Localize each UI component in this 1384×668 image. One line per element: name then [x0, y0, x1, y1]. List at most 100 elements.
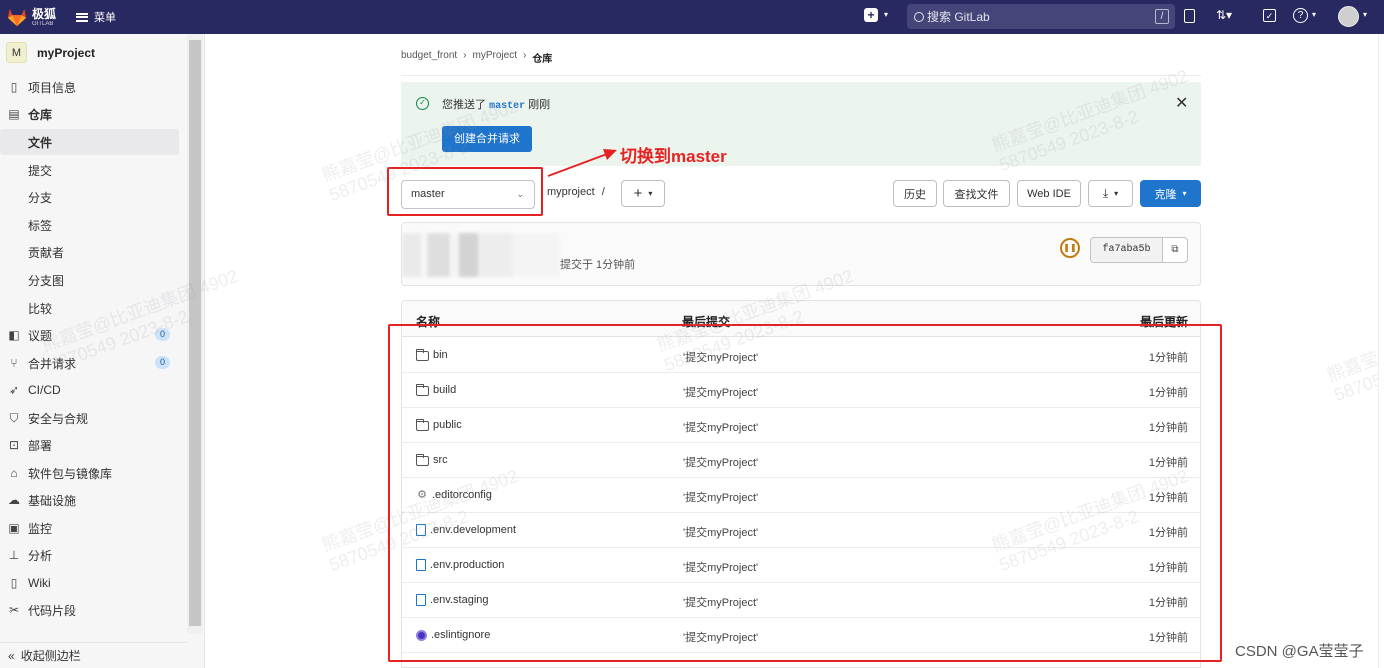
- repo-path-root[interactable]: myproject: [547, 186, 595, 198]
- help-icon[interactable]: ?: [1293, 8, 1308, 23]
- sidebar-item-security[interactable]: ⛉ 安全与合规: [0, 405, 180, 431]
- breadcrumb-project[interactable]: myProject: [473, 50, 517, 65]
- sidebar-scrollbar[interactable]: [187, 34, 203, 634]
- pipeline-paused-icon[interactable]: ❚❚: [1060, 238, 1080, 258]
- search-placeholder: 搜索 GitLab: [927, 10, 990, 24]
- sidebar-item-tags[interactable]: 标签: [0, 212, 180, 238]
- commit-time: 提交于 1分钟前: [560, 259, 636, 271]
- scissors-icon: ✂: [8, 603, 20, 617]
- sidebar-item-contributors[interactable]: 贡献者: [0, 239, 180, 265]
- chevron-down-icon: ▾: [648, 189, 653, 198]
- brand-text: 极狐 GITLAB: [32, 8, 56, 27]
- web-ide-button[interactable]: Web IDE: [1017, 180, 1081, 207]
- plus-icon: +: [633, 185, 643, 202]
- top-navigation-bar: 极狐 GITLAB 菜单 + ▾ 搜索 GitLab / ⇅▾ ✓ ? ▾ ▾: [0, 0, 1384, 34]
- breadcrumb-separator: ›: [463, 50, 467, 61]
- sidebar-item-infrastructure[interactable]: ☁ 基础设施: [0, 487, 180, 513]
- sidebar-item-project-info[interactable]: ▯ 项目信息: [0, 74, 180, 100]
- commit-sha[interactable]: fa7aba5b: [1091, 238, 1163, 262]
- package-icon: ⌂: [10, 466, 18, 480]
- sidebar-item-wiki[interactable]: ▯ Wiki: [0, 570, 180, 596]
- sidebar-item-label: 比较: [28, 301, 53, 316]
- new-dropdown-icon[interactable]: ▾: [884, 10, 888, 19]
- menu-label: 菜单: [94, 12, 116, 24]
- copy-icon[interactable]: ⧉: [1163, 238, 1187, 262]
- close-icon[interactable]: ✕: [1175, 93, 1188, 113]
- user-avatar[interactable]: [1338, 6, 1359, 27]
- sidebar-item-label: 贡献者: [28, 245, 65, 260]
- watermark: 熊嘉莹@比亚迪集团 4902 5870549 2023-8-2: [1324, 311, 1384, 405]
- book-icon: ▯: [10, 576, 18, 590]
- clone-button[interactable]: 克隆 ▾: [1140, 180, 1201, 207]
- annotation-highlight-branch: [387, 167, 543, 216]
- sidebar-item-label: 软件包与镜像库: [28, 466, 113, 481]
- sidebar-item-graph[interactable]: 分支图: [0, 267, 180, 293]
- sidebar-item-commits[interactable]: 提交: [0, 157, 180, 183]
- sidebar-item-issues[interactable]: ◧ 议题 0: [0, 322, 180, 348]
- sidebar-item-packages[interactable]: ⌂ 软件包与镜像库: [0, 460, 180, 486]
- sidebar-item-branches[interactable]: 分支: [0, 184, 180, 210]
- sidebar-item-monitor[interactable]: ▣ 监控: [0, 515, 180, 541]
- chevron-down-icon: ▾: [1182, 189, 1187, 198]
- todo-nav-icon[interactable]: ✓: [1263, 9, 1276, 22]
- sidebar-item-cicd[interactable]: ➶ CI/CD: [0, 377, 180, 403]
- sidebar-item-repository[interactable]: ▤ 仓库: [0, 101, 180, 127]
- left-sidebar: M myProject ▯ 项目信息 ▤ 仓库 文件 提交 分支 标签 贡献者 …: [0, 34, 205, 668]
- sidebar-item-snippets[interactable]: ✂ 代码片段: [0, 597, 180, 623]
- deploy-icon: ⊡: [8, 438, 20, 452]
- page-scrollbar[interactable]: [1378, 34, 1384, 668]
- clone-label: 克隆: [1154, 188, 1177, 201]
- commit-sha-group: fa7aba5b ⧉: [1090, 237, 1188, 263]
- redacted-commit-info: [402, 233, 560, 277]
- download-button[interactable]: ⤓ ▾: [1088, 180, 1133, 207]
- merge-request-icon: ⑂: [10, 356, 18, 370]
- merge-requests-nav-icon[interactable]: ⇅▾: [1216, 8, 1232, 22]
- breadcrumb-group[interactable]: budget_front: [401, 50, 457, 65]
- sidebar-item-compare[interactable]: 比较: [0, 295, 180, 321]
- issues-nav-icon[interactable]: [1184, 9, 1195, 23]
- find-file-button[interactable]: 查找文件: [943, 180, 1010, 207]
- sidebar-item-merge-requests[interactable]: ⑂ 合并请求 0: [0, 350, 180, 376]
- annotation-text: 切换到master: [620, 147, 727, 166]
- collapse-sidebar-button[interactable]: « 收起侧边栏: [0, 642, 187, 668]
- project-header[interactable]: M myProject: [6, 42, 95, 63]
- sidebar-item-label: 仓库: [28, 107, 53, 122]
- issues-count-badge: 0: [154, 328, 170, 341]
- help-dropdown-icon[interactable]: ▾: [1312, 10, 1316, 19]
- repo-path: myproject /: [547, 186, 605, 198]
- search-icon: [914, 11, 924, 22]
- sidebar-item-deployments[interactable]: ⊡ 部署: [0, 432, 180, 458]
- sidebar-item-label: 标签: [28, 218, 53, 233]
- new-item-button[interactable]: +: [864, 8, 878, 22]
- double-chevron-left-icon: «: [8, 648, 15, 663]
- merge-requests-count-badge: 0: [154, 356, 170, 369]
- sidebar-item-analytics[interactable]: ⊥ 分析: [0, 542, 180, 568]
- sidebar-item-label: 分支: [28, 190, 53, 205]
- project-avatar: M: [6, 42, 27, 63]
- sidebar-item-label: Wiki: [28, 576, 51, 590]
- sidebar-item-label: 议题: [28, 328, 53, 343]
- check-circle-icon: ✓: [416, 97, 429, 110]
- sidebar-item-label: 文件: [28, 135, 53, 150]
- main-menu-button[interactable]: 菜单: [76, 9, 116, 25]
- collapse-label: 收起侧边栏: [20, 649, 81, 663]
- breadcrumb-current[interactable]: 仓库: [532, 50, 552, 65]
- brand-sub: GITLAB: [32, 20, 54, 27]
- scrollbar-thumb[interactable]: [189, 40, 201, 626]
- sidebar-item-files[interactable]: 文件: [0, 129, 179, 155]
- gitlab-logo[interactable]: 极狐 GITLAB: [6, 7, 64, 27]
- last-commit-card: 提交于 1分钟前 ❚❚ fa7aba5b ⧉: [401, 222, 1201, 286]
- info-icon: ▯: [10, 80, 18, 94]
- push-alert-message: 您推送了 master 刚刚: [442, 96, 550, 112]
- add-to-tree-button[interactable]: + ▾: [621, 180, 665, 207]
- project-name: myProject: [37, 45, 96, 60]
- history-button[interactable]: 历史: [893, 180, 937, 207]
- sidebar-item-label: CI/CD: [28, 383, 61, 397]
- shield-icon: ⛉: [9, 410, 19, 425]
- credit-watermark: CSDN @GA莹莹子: [1235, 643, 1364, 660]
- sidebar-item-label: 监控: [28, 521, 53, 536]
- sidebar-item-label: 合并请求: [28, 356, 77, 371]
- create-merge-request-button[interactable]: 创建合并请求: [442, 126, 532, 152]
- search-input[interactable]: 搜索 GitLab /: [907, 4, 1175, 29]
- user-dropdown-icon[interactable]: ▾: [1363, 10, 1367, 19]
